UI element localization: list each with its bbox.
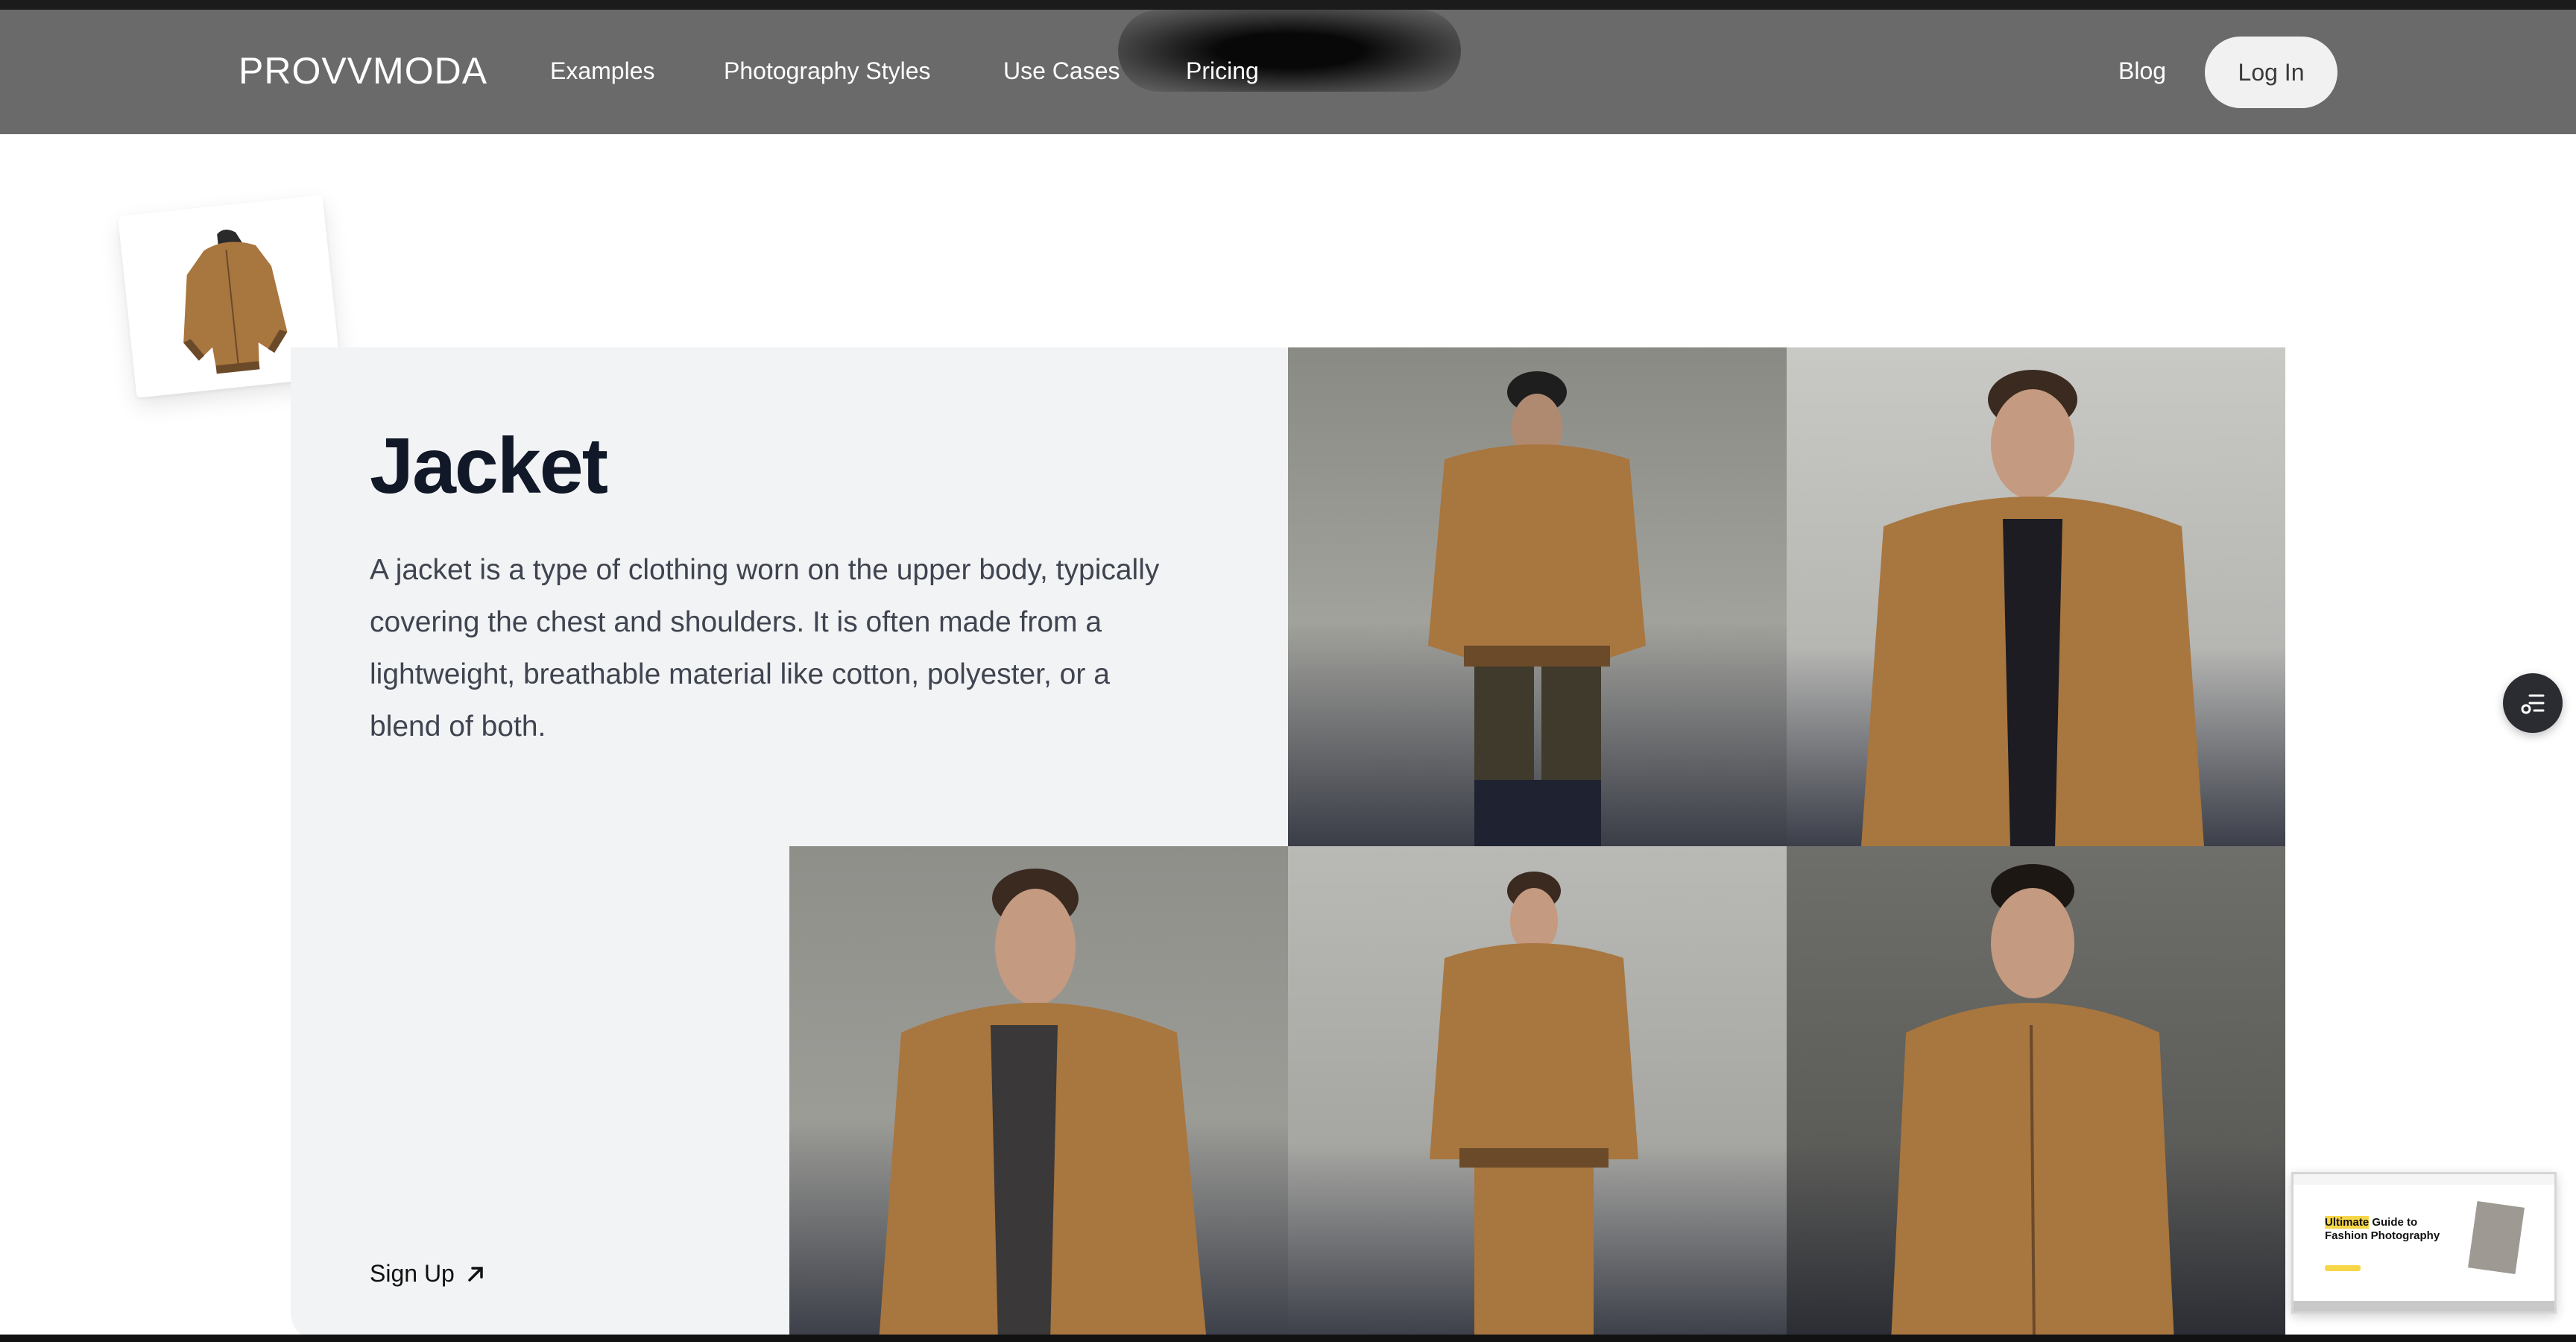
preview-title: Ultimate Guide to Fashion Photography — [2325, 1216, 2440, 1242]
nav-blur-overlay — [1118, 10, 1461, 92]
product-title: Jacket — [370, 422, 608, 510]
preview-image — [2468, 1200, 2525, 1275]
preview-strip — [2294, 1301, 2554, 1311]
navbar: PROVVMODA Examples Photography Styles Us… — [0, 10, 2576, 134]
signup-link[interactable]: Sign Up — [370, 1260, 486, 1288]
nav-link-pricing[interactable]: Pricing — [1186, 56, 1259, 86]
preview-topbar — [2294, 1174, 2554, 1185]
list-icon — [2521, 694, 2545, 714]
model-photo-3[interactable] — [789, 846, 1288, 1342]
model-photo-2[interactable] — [1787, 347, 2285, 846]
brand-logo[interactable]: PROVVMODA — [239, 48, 487, 93]
login-button[interactable]: Log In — [2205, 37, 2337, 108]
preview-cta — [2325, 1265, 2361, 1271]
model-photo-1[interactable] — [1288, 347, 1787, 846]
nav-link-photography-styles[interactable]: Photography Styles — [724, 56, 931, 86]
nav-link-use-cases[interactable]: Use Cases — [1003, 56, 1120, 86]
product-description: A jacket is a type of clothing worn on t… — [370, 554, 1160, 743]
model-photo-4[interactable] — [1288, 846, 1787, 1342]
window-bottom-strip — [0, 1335, 2576, 1342]
arrow-up-right-icon — [468, 1266, 483, 1282]
signup-label: Sign Up — [370, 1260, 455, 1287]
table-of-contents-button[interactable] — [2503, 673, 2563, 733]
window-top-strip — [0, 0, 2576, 10]
page-preview-thumbnail[interactable]: Ultimate Guide to Fashion Photography — [2291, 1172, 2557, 1314]
model-photo-5[interactable] — [1787, 846, 2285, 1342]
nav-link-examples[interactable]: Examples — [550, 56, 655, 86]
nav-link-blog[interactable]: Blog — [2118, 56, 2166, 86]
